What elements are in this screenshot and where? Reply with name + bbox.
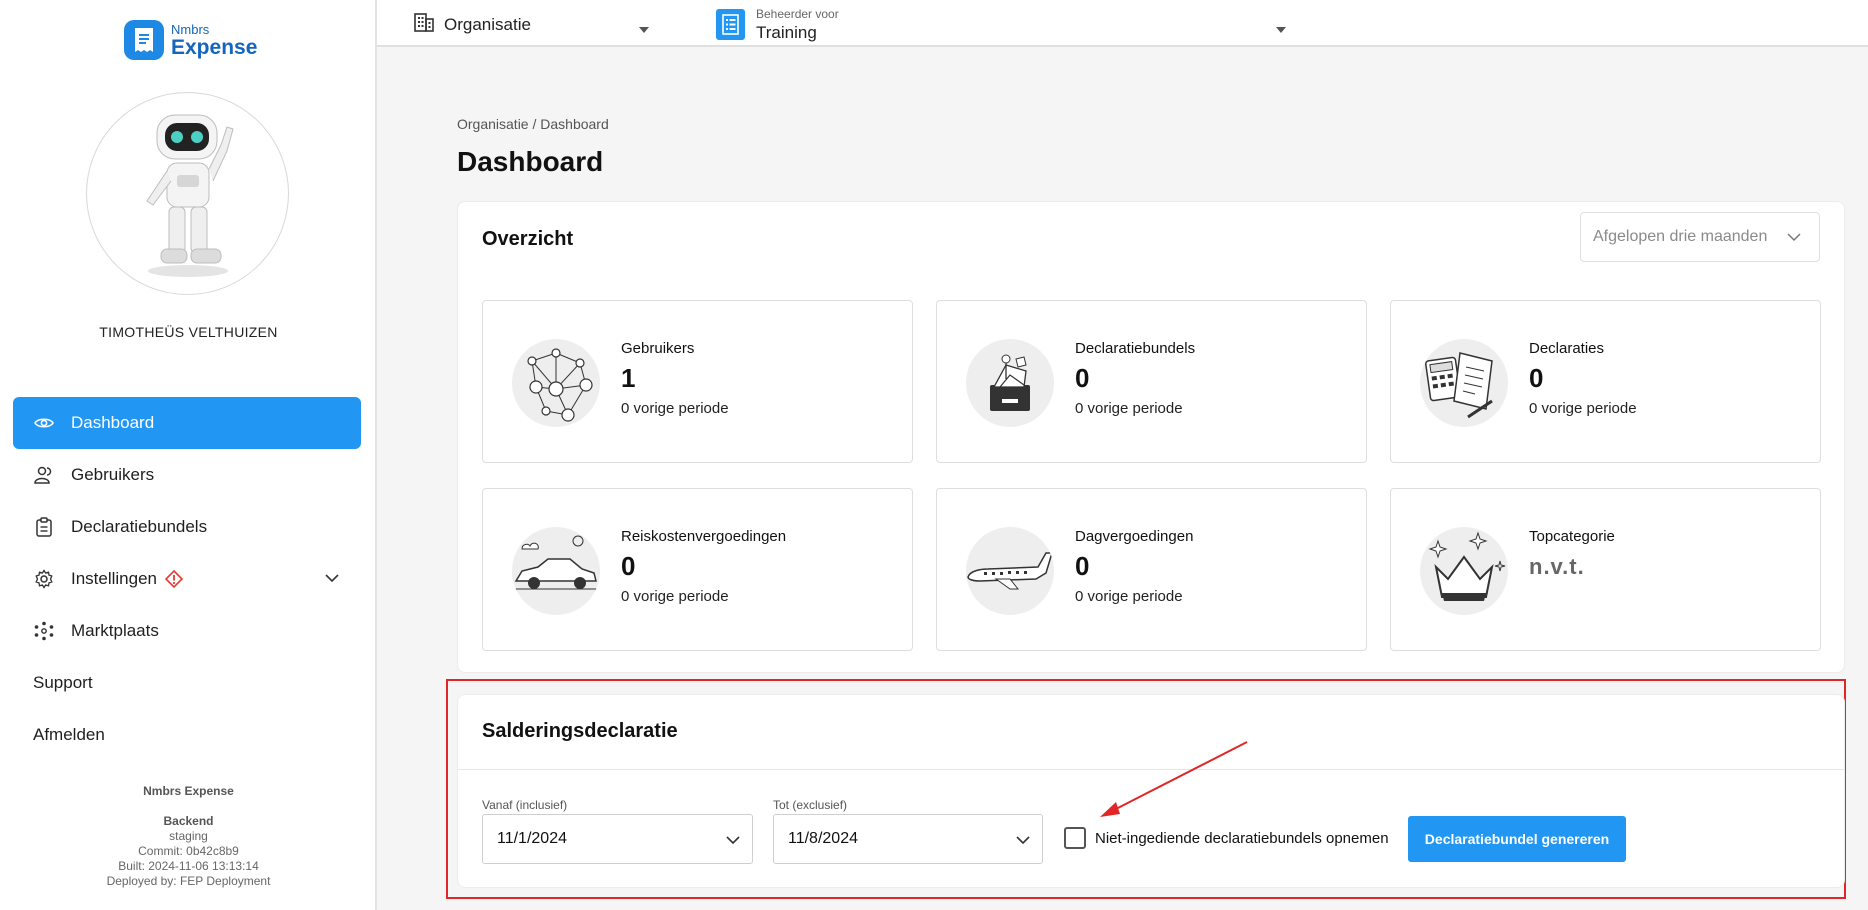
stat-previous: 0 vorige periode [1075,400,1183,417]
build-time: Built: 2024-11-06 13:13:14 [118,859,259,873]
stat-label: Declaratiebundels [1075,340,1196,357]
marketplace-icon [33,620,55,642]
stat-value: 0 [1075,363,1090,393]
admin-value: Training [756,23,817,42]
crown-icon [1420,527,1508,615]
period-select[interactable]: Afgelopen drie maanden [1580,212,1820,262]
to-date-label: Tot (exclusief) [773,798,848,812]
sidebar-item-label: Gebruikers [71,465,155,484]
build-product: Nmbrs Expense [143,784,234,798]
receipt-logo-icon [124,20,164,60]
network-users-icon [512,339,600,427]
from-date-value: 11/1/2024 [497,830,567,847]
sidebar: Nmbrs Expense TIMOTHEÜS VELTHUIZEN Dashb… [0,0,377,910]
calculator-receipt-icon [1420,339,1508,427]
overview-title: Overzicht [482,228,574,250]
stat-value: 0 [1075,551,1090,581]
stat-value: 0 [621,551,636,581]
stat-card-reiskostenvergoedingen: Reiskostenvergoedingen 0 0 vorige period… [482,488,913,651]
warning-icon [165,570,184,588]
support-link[interactable]: Support [13,657,361,709]
overview-card: Overzicht Afgelopen drie maanden Gebruik… [457,201,1845,673]
stat-label: Declaraties [1529,340,1605,357]
clipboard-icon [33,516,55,538]
stat-label: Reiskostenvergoedingen [621,528,787,545]
car-icon [512,527,600,615]
envelope-box-icon [966,339,1054,427]
list-document-icon [716,9,745,40]
stat-label: Dagvergoedingen [1075,528,1194,545]
topbar: Organisatie Beheerder voor Training [377,0,1868,47]
app-logo[interactable]: Nmbrs Expense [124,20,257,60]
chevron-down-icon [1787,229,1801,247]
caret-down-icon [639,20,649,38]
page-title: Dashboard [457,146,604,177]
saldering-title: Salderingsdeclaratie [482,720,678,742]
build-deployed: Deployed by: FEP Deployment [106,874,271,888]
include-unsubmitted-label[interactable]: Niet-ingediende declaratiebundels opneme… [1095,830,1389,847]
stat-value: 0 [1529,363,1544,393]
chevron-down-icon [1016,832,1030,850]
annotation-arrow-icon [1100,741,1248,817]
stat-label: Gebruikers [621,340,695,357]
logo-big-text: Expense [171,35,258,59]
organisation-label: Organisatie [444,14,531,34]
logo-small-text: Nmbrs [171,21,210,37]
users-icon [33,464,55,486]
generate-bundle-button[interactable]: Declaratiebundel genereren [1408,816,1626,862]
chevron-down-icon [726,832,740,850]
caret-down-icon [1276,20,1286,38]
sidebar-item-instellingen[interactable]: Instellingen [13,553,361,605]
stat-previous: 0 vorige periode [621,588,729,605]
stat-previous: 0 vorige periode [1075,588,1183,605]
sidebar-item-gebruikers[interactable]: Gebruikers [13,449,361,501]
build-backend-title: Backend [163,814,214,828]
gear-icon [33,568,55,590]
to-date-value: 11/8/2024 [788,830,858,847]
from-date-field[interactable]: 11/1/2024 [482,814,753,864]
stat-card-declaratiebundels: Declaratiebundels 0 0 vorige periode [936,300,1367,463]
sidebar-item-declaratiebundels[interactable]: Declaratiebundels [13,501,361,553]
sidebar-item-marktplaats[interactable]: Marktplaats [13,605,361,657]
sidebar-nav: Dashboard Gebruikers Declaratiebundels I… [13,397,361,761]
build-info: Nmbrs Expense Backend staging Commit: 0b… [0,784,377,889]
sidebar-item-label: Marktplaats [71,621,159,640]
user-name: TIMOTHEÜS VELTHUIZEN [99,324,278,340]
stat-value: n.v.t. [1529,554,1585,579]
sidebar-item-dashboard[interactable]: Dashboard [13,397,361,449]
stat-previous: 0 vorige periode [1529,400,1637,417]
build-commit: Commit: 0b42c8b9 [138,844,239,858]
logout-link[interactable]: Afmelden [13,709,361,761]
period-value: Afgelopen drie maanden [1593,228,1768,245]
stat-value: 1 [621,363,636,393]
include-unsubmitted-checkbox[interactable] [1064,827,1086,849]
breadcrumb[interactable]: Organisatie / Dashboard [457,116,609,132]
stat-card-declaraties: Declaraties 0 0 vorige periode [1390,300,1821,463]
airplane-icon [966,527,1054,615]
sidebar-item-label: Dashboard [71,413,155,432]
chevron-down-icon[interactable] [325,568,339,588]
sidebar-item-label: Instellingen [71,569,158,588]
sidebar-item-label: Declaratiebundels [71,517,208,536]
to-date-field[interactable]: 11/8/2024 [773,814,1043,864]
stat-card-dagvergoedingen: Dagvergoedingen 0 0 vorige periode [936,488,1367,651]
stat-card-gebruikers: Gebruikers 1 0 vorige periode [482,300,913,463]
build-environment: staging [169,829,208,843]
avatar[interactable] [86,92,289,295]
building-icon [414,12,434,37]
from-date-label: Vanaf (inclusief) [482,798,568,812]
stat-card-topcategorie: Topcategorie n.v.t. [1390,488,1821,651]
stat-label: Topcategorie [1529,528,1615,545]
robot-avatar-icon [146,114,234,277]
eye-icon [33,412,55,434]
organisation-select[interactable]: Organisatie [414,12,649,37]
stat-previous: 0 vorige periode [621,400,729,417]
admin-small-label: Beheerder voor [756,7,839,21]
